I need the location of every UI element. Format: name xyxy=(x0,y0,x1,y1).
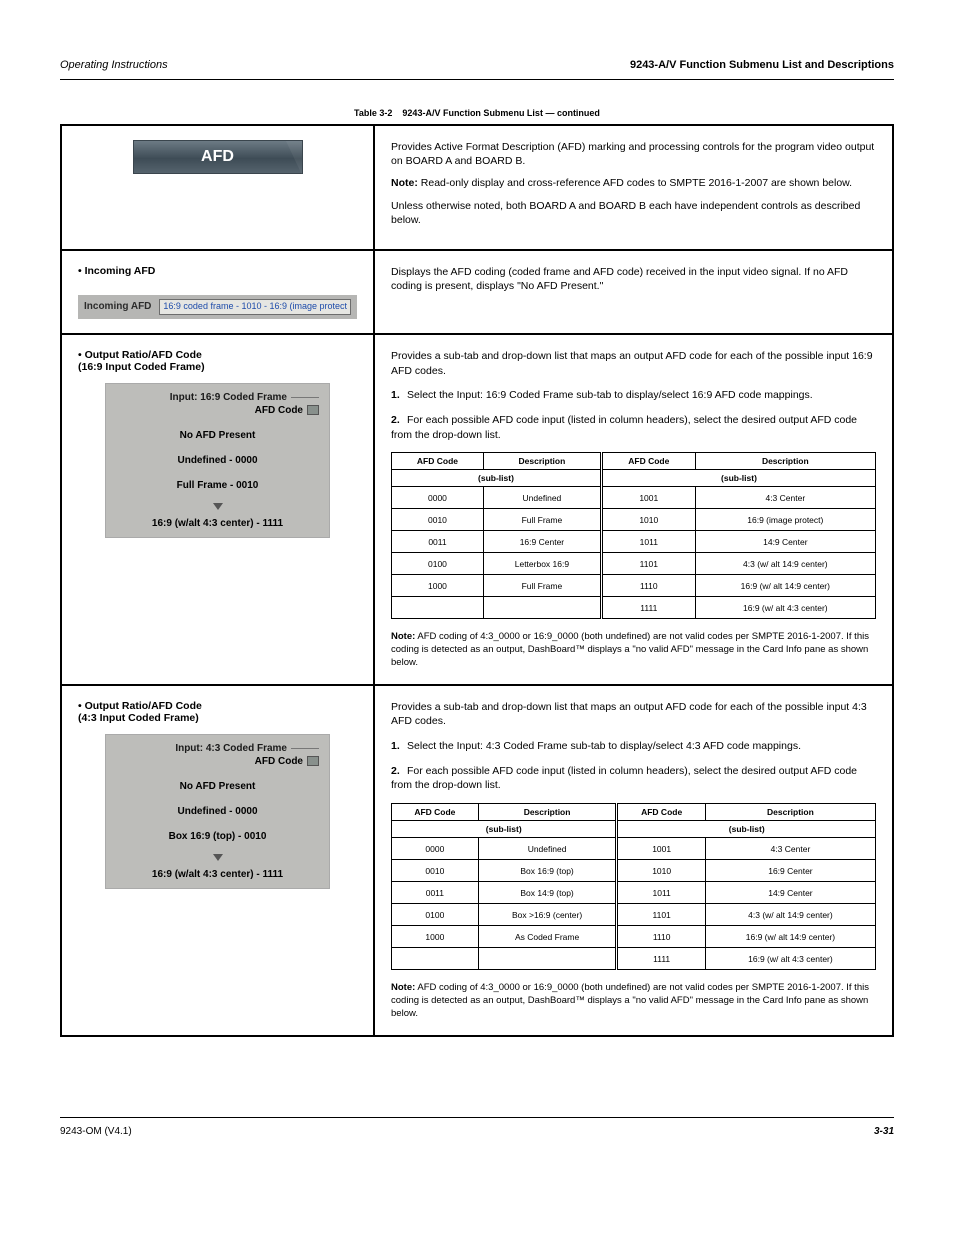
th: Description xyxy=(478,804,617,821)
map169-step2: 2.For each possible AFD code input (list… xyxy=(391,413,876,442)
dd-item[interactable]: Undefined - 0000 xyxy=(116,806,319,817)
incoming-afd-label: Incoming AFD xyxy=(84,301,151,312)
map43-step1: 1.Select the Input: 4:3 Coded Frame sub-… xyxy=(391,739,876,754)
map43-title: • Output Ratio/AFD Code xyxy=(78,700,357,712)
table-row: 0010Box 16:9 (top)101016:9 Center xyxy=(392,860,876,882)
note-label: Note: xyxy=(391,982,415,993)
dd-item[interactable]: Undefined - 0000 xyxy=(116,455,319,466)
dd-label: AFD Code xyxy=(116,756,319,767)
table-row: 0000Undefined10014:3 Center xyxy=(392,838,876,860)
page-footer: 9243-OM (V4.1) 3-31 xyxy=(60,1117,894,1126)
map169-step1: 1.Select the Input: 16:9 Coded Frame sub… xyxy=(391,388,876,403)
square-handle-icon xyxy=(307,405,319,415)
afd-tab-icon: AFD xyxy=(133,140,303,174)
square-handle-icon xyxy=(307,756,319,766)
th: AFD Code xyxy=(392,453,484,470)
table-row: 1000As Coded Frame111016:9 (w/ alt 14:9 … xyxy=(392,926,876,948)
incoming-afd-field: Incoming AFD 16:9 coded frame - 1010 - 1… xyxy=(78,295,357,319)
dd-item[interactable]: No AFD Present xyxy=(116,781,319,792)
sublist-label: (sub-list) xyxy=(601,470,875,487)
table-row: 111116:9 (w/ alt 4:3 center) xyxy=(392,948,876,970)
caption-title: 9243-A/V Function Submenu List — continu… xyxy=(402,108,600,118)
chevron-down-icon xyxy=(213,854,223,861)
map43-inner-table: AFD Code Description AFD Code Descriptio… xyxy=(391,803,876,970)
function-table: AFD Provides Active Format Description (… xyxy=(60,124,894,1037)
th: Description xyxy=(705,804,875,821)
th: AFD Code xyxy=(601,453,695,470)
table-row: 0000Undefined10014:3 Center xyxy=(392,487,876,509)
header-left: Operating Instructions xyxy=(60,59,168,71)
footer-right: 3-31 xyxy=(874,1126,894,1137)
sublist-label: (sub-list) xyxy=(392,470,602,487)
table-row: 1000Full Frame111016:9 (w/ alt 14:9 cent… xyxy=(392,575,876,597)
dd-item[interactable]: 16:9 (w/alt 4:3 center) - 1111 xyxy=(116,869,319,880)
afd-overview: Provides Active Format Description (AFD)… xyxy=(391,140,876,227)
table-row: 0100Letterbox 16:911014:3 (w/ alt 14:9 c… xyxy=(392,553,876,575)
map43-note: Note: AFD coding of 4:3_0000 or 16:9_000… xyxy=(391,982,876,1020)
map43-subtitle: (4:3 Input Coded Frame) xyxy=(78,712,357,724)
overview-p1: Provides Active Format Description (AFD)… xyxy=(391,140,876,168)
tab-label: AFD xyxy=(201,148,234,166)
incoming-afd-value: 16:9 coded frame - 1010 - 16:9 (image pr… xyxy=(159,299,351,315)
dd-label: AFD Code xyxy=(116,405,319,416)
dd-item[interactable]: No AFD Present xyxy=(116,430,319,441)
sublist-label: (sub-list) xyxy=(392,821,617,838)
th: Description xyxy=(483,453,601,470)
table-row: 0010Full Frame101016:9 (image protect) xyxy=(392,509,876,531)
caption-label: Table 3-2 xyxy=(354,108,392,118)
header-right: 9243-A/V Function Submenu List and Descr… xyxy=(630,59,894,71)
incoming-afd-title: • Incoming AFD xyxy=(78,265,357,277)
table-caption: Table 3-2 9243-A/V Function Submenu List… xyxy=(60,108,894,118)
map169-note: Note: AFD coding of 4:3_0000 or 16:9_000… xyxy=(391,631,876,669)
dd-header: Input: 4:3 Coded Frame xyxy=(116,743,319,754)
table-row: 001116:9 Center101114:9 Center xyxy=(392,531,876,553)
dd-item[interactable]: Full Frame - 0010 xyxy=(116,480,319,491)
dd-item[interactable]: Box 16:9 (top) - 0010 xyxy=(116,831,319,842)
th: AFD Code xyxy=(617,804,705,821)
dd-header: Input: 16:9 Coded Frame xyxy=(116,392,319,403)
overview-p2: Note: Read-only display and cross-refere… xyxy=(391,176,876,190)
map169-title: • Output Ratio/AFD Code xyxy=(78,349,357,361)
table-row: 111116:9 (w/ alt 4:3 center) xyxy=(392,597,876,619)
map169-subtitle: (16:9 Input Coded Frame) xyxy=(78,361,357,373)
note-text: AFD coding of 4:3_0000 or 16:9_0000 (bot… xyxy=(391,631,869,668)
map43-lead: Provides a sub-tab and drop-down list th… xyxy=(391,700,876,729)
dd-item[interactable]: 16:9 (w/alt 4:3 center) - 1111 xyxy=(116,518,319,529)
table-row: 0100Box >16:9 (center)11014:3 (w/ alt 14… xyxy=(392,904,876,926)
overview-p2-prefix: Note: xyxy=(391,177,418,189)
sublist-label: (sub-list) xyxy=(617,821,876,838)
chevron-down-icon xyxy=(213,503,223,510)
incoming-afd-desc: Displays the AFD coding (coded frame and… xyxy=(391,265,876,293)
note-label: Note: xyxy=(391,631,415,642)
th: Description xyxy=(695,453,875,470)
th: AFD Code xyxy=(392,804,479,821)
map169-dropdown[interactable]: Input: 16:9 Coded Frame AFD Code No AFD … xyxy=(105,383,330,538)
overview-p2-text: Read-only display and cross-reference AF… xyxy=(421,177,852,189)
footer-left: 9243-OM (V4.1) xyxy=(60,1126,132,1137)
table-row: 0011Box 14:9 (top)101114:9 Center xyxy=(392,882,876,904)
map43-dropdown[interactable]: Input: 4:3 Coded Frame AFD Code No AFD P… xyxy=(105,734,330,889)
map43-step2: 2.For each possible AFD code input (list… xyxy=(391,764,876,793)
map169-lead: Provides a sub-tab and drop-down list th… xyxy=(391,349,876,378)
note-text: AFD coding of 4:3_0000 or 16:9_0000 (bot… xyxy=(391,982,869,1019)
overview-p3: Unless otherwise noted, both BOARD A and… xyxy=(391,199,876,227)
page-header: Operating Instructions 9243-A/V Function… xyxy=(60,40,894,80)
map169-inner-table: AFD Code Description AFD Code Descriptio… xyxy=(391,452,876,619)
